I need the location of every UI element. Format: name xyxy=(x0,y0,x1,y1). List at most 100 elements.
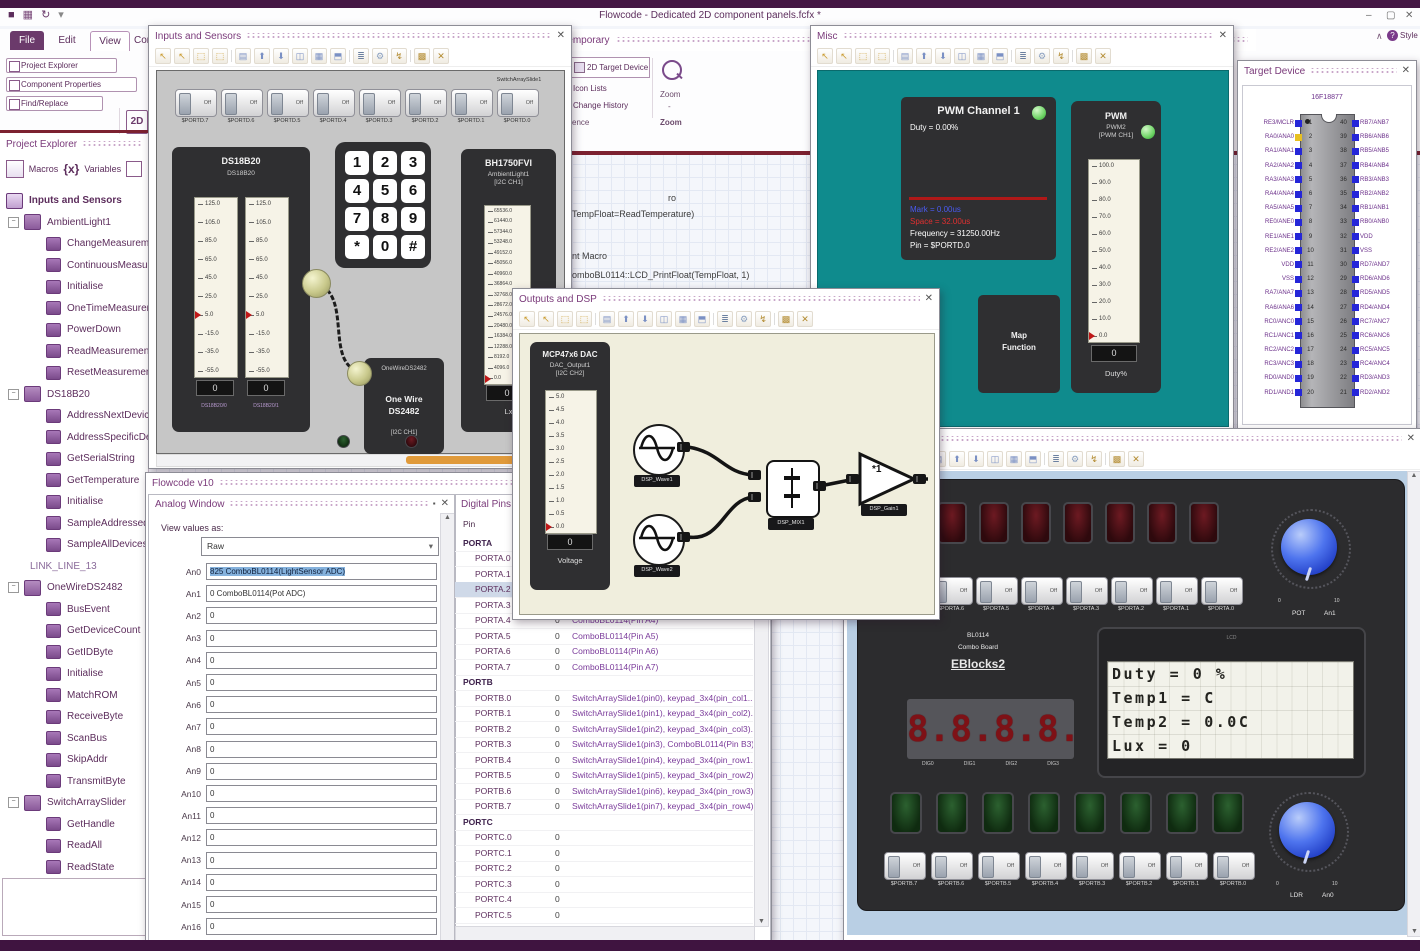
toolbar-icon[interactable]: ⬒ xyxy=(992,48,1008,64)
inputs-toolbar[interactable]: ↖ ↖ ⬚ ⬚ ▤ ⬆ ⬇ ◫ ▦ ⬒ ≣ ⚙ ↯ ▩ ✕ xyxy=(149,46,571,67)
tree-expander-icon[interactable]: − xyxy=(8,797,19,809)
pin-pad-icon[interactable] xyxy=(1352,346,1359,354)
tree-item-powerdown[interactable]: PowerDown xyxy=(0,319,148,341)
pin-pad-icon[interactable] xyxy=(1352,190,1359,198)
tree-item-onewireds2482[interactable]: − OneWireDS2482 xyxy=(0,577,148,599)
toolbar-icon[interactable]: ◫ xyxy=(954,48,970,64)
pin-pad-icon[interactable] xyxy=(1295,133,1302,141)
ribbon-tab-file[interactable]: File xyxy=(10,31,44,50)
switch-portd.0[interactable]: Off xyxy=(497,89,539,117)
analog-value-field[interactable]: 0 xyxy=(206,896,437,913)
toolbar-icon[interactable]: ▩ xyxy=(1076,48,1092,64)
digital-row-portc.0[interactable]: PORTC.0 0 xyxy=(455,830,753,846)
keypad-key-1[interactable]: 1 xyxy=(345,151,369,175)
ribbon-tab-edit[interactable]: Edit xyxy=(50,31,84,50)
tree-item-getdevicecount[interactable]: GetDeviceCount xyxy=(0,620,148,642)
connector-plug[interactable] xyxy=(813,481,826,491)
switch-portd.1[interactable]: Off xyxy=(451,89,493,117)
toolbar-icon[interactable]: ▦ xyxy=(973,48,989,64)
keypad-key-0[interactable]: 0 xyxy=(373,235,397,259)
pin-pad-icon[interactable] xyxy=(1352,332,1359,340)
keypad-key-6[interactable]: 6 xyxy=(401,179,425,203)
connector-plug[interactable] xyxy=(677,532,690,542)
tree-item-getidbyte[interactable]: GetIDByte xyxy=(0,642,148,664)
toolbar-icon[interactable]: ↯ xyxy=(755,311,771,327)
toolbar-icon[interactable]: ⬇ xyxy=(273,48,289,64)
switch-slider[interactable] xyxy=(271,93,283,115)
pin-pad-icon[interactable] xyxy=(1352,247,1359,255)
tree-expander-icon[interactable]: − xyxy=(8,582,19,594)
connector-plug[interactable] xyxy=(748,492,761,502)
toolbar-icon[interactable]: ⬚ xyxy=(212,48,228,64)
wire-node[interactable] xyxy=(302,269,331,298)
analog-value-field[interactable]: 0 xyxy=(206,918,437,936)
keypad-key-3[interactable]: 3 xyxy=(401,151,425,175)
pin-pad-icon[interactable] xyxy=(1352,162,1359,170)
digital-row-portb[interactable]: PORTB xyxy=(455,675,753,691)
pin-pad-icon[interactable] xyxy=(1295,190,1302,198)
find-replace-button[interactable]: Find/Replace xyxy=(6,96,103,111)
keypad-key-#[interactable]: # xyxy=(401,235,425,259)
toolbar-icon[interactable]: ⬇ xyxy=(968,451,984,467)
tree-item-link-line-13[interactable]: LINK_LINE_13 xyxy=(0,556,148,578)
pin-pad-icon[interactable] xyxy=(1295,218,1302,226)
pin-pad-icon[interactable] xyxy=(1352,318,1359,326)
pin-pad-icon[interactable] xyxy=(1295,389,1302,397)
pin-pad-icon[interactable] xyxy=(1352,374,1359,382)
toolbar-icon[interactable]: ⬆ xyxy=(949,451,965,467)
wire-node[interactable] xyxy=(347,361,372,386)
switch-slider[interactable] xyxy=(1076,856,1088,878)
toolbar-icon[interactable]: ↖ xyxy=(174,48,190,64)
switch-slider[interactable] xyxy=(363,93,375,115)
toolbar-icon[interactable]: ⚙ xyxy=(372,48,388,64)
minimize-button[interactable]: – xyxy=(1366,10,1372,21)
pin-pad-icon[interactable] xyxy=(1352,176,1359,184)
toolbar-icon[interactable]: ▩ xyxy=(778,311,794,327)
toolbar-icon[interactable]: ↖ xyxy=(538,311,554,327)
switch-porta.1[interactable]: Off xyxy=(1156,577,1198,605)
tree-item-switcharrayslider[interactable]: − SwitchArraySlider xyxy=(0,792,148,814)
analog-value-field[interactable]: 0 xyxy=(206,607,437,625)
tree-item-readstate[interactable]: ReadState xyxy=(0,857,148,879)
toolbar-icon[interactable]: ✕ xyxy=(797,311,813,327)
toolbar-icon[interactable]: ↖ xyxy=(519,311,535,327)
ldr-knob[interactable] xyxy=(1279,802,1335,858)
board-scrollbar[interactable]: ▲ ▼ xyxy=(1407,471,1420,937)
analog-value-field[interactable]: 825 ComboBL0114(LightSensor ADC) xyxy=(206,563,437,580)
switch-slider[interactable] xyxy=(935,856,947,878)
pin-pad-icon[interactable] xyxy=(1295,233,1302,241)
switch-portd.3[interactable]: Off xyxy=(359,89,401,117)
switch-slider[interactable] xyxy=(317,93,329,115)
analog-value-field[interactable]: 0 xyxy=(206,785,437,802)
toolbar-icon[interactable]: ▦ xyxy=(1006,451,1022,467)
digital-row-porta.6[interactable]: PORTA.6 0 ComboBL0114(Pin A6) xyxy=(455,644,753,660)
tree-item-transmitbyte[interactable]: TransmitByte xyxy=(0,771,148,793)
digital-row-portb.5[interactable]: PORTB.5 0 SwitchArraySlide1(pin5), keypad_… xyxy=(455,768,753,784)
toolbar-icon[interactable]: ⬇ xyxy=(637,311,653,327)
switch-porta.0[interactable]: Off xyxy=(1201,577,1243,605)
zoom-dropdown[interactable]: - xyxy=(668,102,671,111)
switch-portb.4[interactable]: Off xyxy=(1025,852,1067,880)
dsp-mix-block[interactable] xyxy=(766,460,820,518)
tree-item-gettemperature[interactable]: GetTemperature xyxy=(0,470,148,492)
zoom-icon[interactable] xyxy=(662,60,682,80)
keypad-key-8[interactable]: 8 xyxy=(373,207,397,231)
close-icon[interactable]: ✕ xyxy=(1402,66,1410,76)
toolbar-icon[interactable]: ⬆ xyxy=(916,48,932,64)
pin-pad-icon[interactable] xyxy=(1352,204,1359,212)
switch-slider[interactable] xyxy=(1170,856,1182,878)
switch-slider[interactable] xyxy=(1123,856,1135,878)
digital-row-portc[interactable]: PORTC xyxy=(455,814,753,831)
tree-item-getserialstring[interactable]: GetSerialString xyxy=(0,448,148,470)
switch-slider[interactable] xyxy=(982,856,994,878)
switch-slider[interactable] xyxy=(1205,581,1217,603)
digital-row-portc.5[interactable]: PORTC.5 0 xyxy=(455,907,753,924)
switch-porta.3[interactable]: Off xyxy=(1066,577,1108,605)
macros-grid-icon[interactable] xyxy=(6,160,24,178)
switch-portb.5[interactable]: Off xyxy=(978,852,1020,880)
analog-value-field[interactable]: 0 xyxy=(206,829,437,847)
toolbar-icon[interactable]: ↖ xyxy=(155,48,171,64)
switch-porta.4[interactable]: Off xyxy=(1021,577,1063,605)
toolbar-icon[interactable]: ↖ xyxy=(817,48,833,64)
toolbar-icon[interactable]: ▩ xyxy=(1109,451,1125,467)
